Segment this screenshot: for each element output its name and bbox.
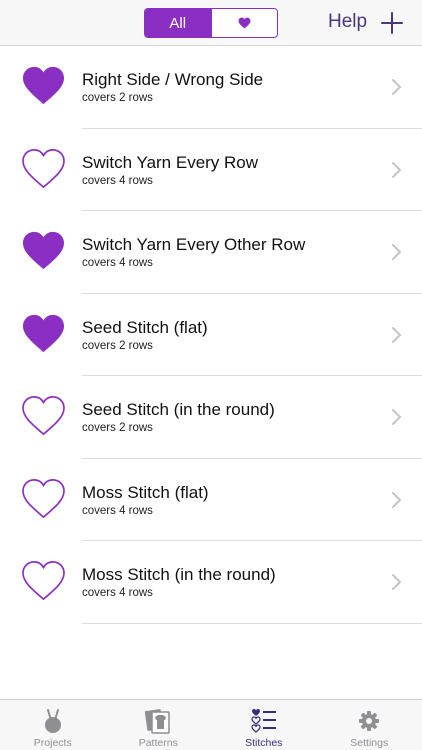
heart-icon[interactable]: [21, 148, 66, 189]
list-item[interactable]: Moss Stitch (flat) covers 4 rows: [0, 459, 422, 541]
gear-icon: [359, 711, 380, 731]
stitch-title: Switch Yarn Every Row: [82, 152, 259, 172]
navigation-bar: All Help: [0, 0, 422, 46]
heart-icon[interactable]: [21, 65, 66, 106]
stitch-title: Seed Stitch (flat): [82, 317, 208, 337]
stitch-rows: covers 2 rows: [82, 339, 153, 352]
stitch-rows: covers 4 rows: [82, 587, 153, 599]
chevron-right-icon: [392, 326, 401, 343]
chevron-right-icon: [392, 161, 401, 178]
stitch-title: Switch Yarn Every Other Row: [82, 235, 306, 254]
tab-stitches-label: Stitches: [245, 737, 283, 749]
stitch-rows: covers 2 rows: [82, 92, 153, 104]
stitch-list-icon: [251, 709, 276, 733]
stitch-title: Moss Stitch (in the round): [82, 565, 276, 584]
chevron-right-icon: [392, 79, 401, 95]
segment-all[interactable]: All: [145, 9, 211, 37]
tab-bar: Projects Patterns Stitches Settings: [0, 699, 422, 750]
list-item[interactable]: Switch Yarn Every Row covers 4 rows: [0, 129, 422, 211]
list-item[interactable]: Seed Stitch (in the round) covers 2 rows: [0, 376, 422, 459]
chevron-right-icon: [392, 244, 401, 260]
chevron-right-icon: [392, 491, 401, 508]
heart-icon[interactable]: [21, 395, 66, 436]
stitch-rows: covers 2 rows: [82, 422, 153, 434]
chevron-right-icon: [392, 409, 401, 425]
list-item[interactable]: Right Side / Wrong Side covers 2 rows: [0, 46, 422, 129]
stitch-title: Moss Stitch (flat): [82, 482, 209, 502]
plus-icon[interactable]: [380, 11, 404, 35]
list-item[interactable]: Seed Stitch (flat) covers 2 rows: [0, 294, 422, 376]
stitch-rows: covers 4 rows: [82, 504, 153, 517]
filter-segmented-control: All: [144, 8, 278, 38]
heart-icon[interactable]: [21, 478, 66, 519]
sweater-pattern-icon: [145, 709, 170, 734]
segment-favorites[interactable]: [210, 9, 277, 37]
tab-projects-label: Projects: [33, 737, 72, 749]
tab-patterns[interactable]: Patterns: [106, 700, 212, 750]
segment-all-label: All: [169, 14, 187, 32]
stitch-rows: covers 4 rows: [82, 174, 153, 187]
tab-projects[interactable]: Projects: [0, 700, 106, 750]
stitch-title: Seed Stitch (in the round): [82, 400, 275, 419]
list-item[interactable]: Moss Stitch (in the round) covers 4 rows: [0, 541, 422, 624]
heart-icon[interactable]: [21, 230, 66, 271]
tab-settings-label: Settings: [350, 737, 389, 749]
tab-settings[interactable]: Settings: [317, 700, 422, 750]
help-button[interactable]: Help: [328, 11, 367, 33]
tab-patterns-label: Patterns: [138, 737, 178, 749]
stitch-title: Right Side / Wrong Side: [82, 70, 264, 89]
heart-icon: [238, 17, 251, 29]
stitch-list: Right Side / Wrong Side covers 2 rows Swit…: [0, 46, 422, 624]
heart-icon[interactable]: [21, 560, 66, 601]
tab-stitches[interactable]: Stitches: [211, 700, 317, 750]
row-separator: [82, 622, 422, 624]
yarn-ball-icon: [44, 709, 61, 733]
stitch-rows: covers 4 rows: [82, 257, 153, 269]
chevron-right-icon: [392, 574, 401, 590]
list-item[interactable]: Switch Yarn Every Other Row covers 4 rows: [0, 211, 422, 294]
heart-icon[interactable]: [21, 313, 66, 354]
